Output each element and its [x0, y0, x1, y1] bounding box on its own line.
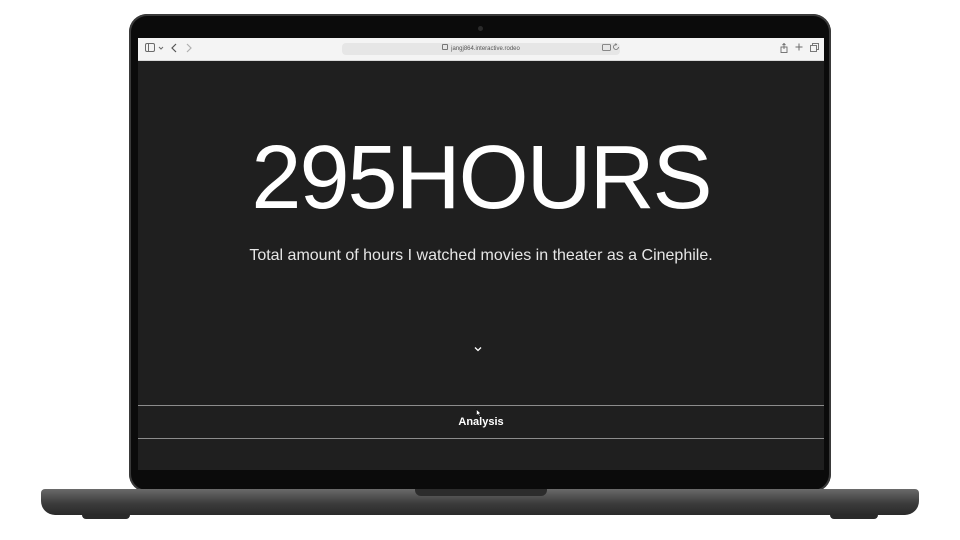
address-bar[interactable]: jangj864.interactive.rodeo — [342, 43, 620, 55]
scroll-down-icon[interactable] — [473, 341, 483, 352]
hero-title: 295HOURS — [251, 128, 712, 228]
chevron-down-icon[interactable] — [155, 43, 167, 55]
back-icon[interactable] — [168, 43, 180, 55]
nav-link-analysis[interactable]: Analysis — [138, 415, 824, 429]
browser-window: jangj864.interactive.rodeo 295HOURS Tota… — [138, 38, 824, 470]
cursor-icon — [476, 404, 482, 417]
new-tab-icon[interactable] — [793, 43, 805, 55]
tabs-overview-icon[interactable] — [808, 43, 820, 55]
url-text: jangj864.interactive.rodeo — [451, 46, 520, 52]
reload-icon[interactable] — [610, 43, 622, 55]
laptop-foot-left — [82, 514, 130, 519]
address-text-wrap: jangj864.interactive.rodeo — [342, 43, 620, 55]
hero-subtitle: Total amount of hours I watched movies i… — [249, 247, 713, 264]
share-icon[interactable] — [778, 42, 790, 55]
browser-toolbar: jangj864.interactive.rodeo — [138, 38, 824, 61]
laptop-foot-right — [830, 514, 878, 519]
camera — [478, 26, 483, 31]
lock-icon — [442, 44, 449, 51]
laptop-opening-notch — [415, 489, 547, 496]
forward-icon[interactable] — [183, 43, 195, 55]
